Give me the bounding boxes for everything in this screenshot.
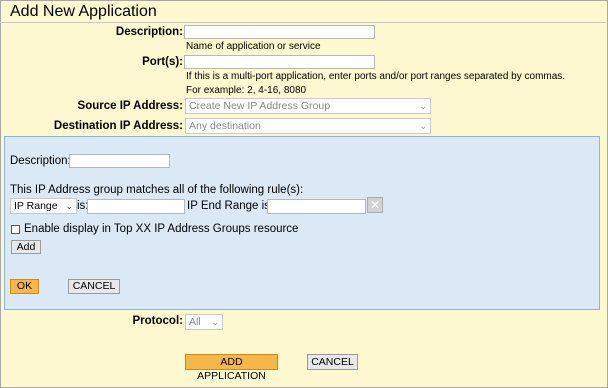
chevron-down-icon: ⌄ (211, 317, 219, 327)
description-input[interactable] (184, 25, 375, 39)
destination-ip-select[interactable]: Any destination ⌄ (185, 118, 431, 134)
close-icon[interactable]: ✕ (367, 197, 383, 213)
add-rule-button[interactable]: Add (11, 240, 41, 254)
protocol-label: Protocol: (132, 315, 183, 327)
enable-display-label: Enable display in Top XX IP Address Grou… (24, 223, 299, 235)
chevron-down-icon: ⌄ (419, 121, 427, 131)
ip-end-label: IP End Range is: (187, 200, 274, 212)
source-ip-value: Create New IP Address Group (189, 100, 331, 112)
protocol-select[interactable]: All ⌄ (185, 314, 223, 330)
group-description-label: Description: (10, 155, 71, 167)
source-ip-select[interactable]: Create New IP Address Group ⌄ (185, 98, 431, 114)
rules-text: This IP Address group matches all of the… (10, 184, 304, 196)
ok-button[interactable]: OK (10, 279, 39, 294)
destination-ip-value: Any destination (189, 120, 261, 132)
description-hint: Name of application or service (186, 41, 321, 52)
rule-type-value: IP Range (14, 200, 58, 212)
ports-input[interactable] (184, 55, 375, 69)
panel-cancel-button[interactable]: CANCEL (68, 279, 120, 294)
ports-example: For example: 2, 4-16, 8080 (186, 85, 307, 96)
source-ip-label: Source IP Address: (77, 100, 183, 112)
ip-group-panel: Description: This IP Address group match… (4, 136, 600, 310)
rule-type-select[interactable]: IP Range ⌄ (10, 198, 77, 214)
page-title: Add New Application (0, 0, 606, 23)
ports-hint: If this is a multi-port application, ent… (186, 71, 566, 82)
enable-display-checkbox[interactable] (11, 225, 20, 234)
add-application-button[interactable]: ADD APPLICATION (185, 354, 278, 382)
chevron-down-icon: ⌄ (65, 201, 73, 211)
protocol-value: All (189, 316, 201, 328)
description-label: Description: (115, 26, 183, 38)
ip-start-input[interactable] (87, 199, 185, 214)
cancel-button[interactable]: CANCEL (307, 354, 358, 370)
ip-end-input[interactable] (267, 199, 366, 214)
destination-ip-label: Destination IP Address: (53, 120, 183, 132)
ports-label: Port(s): (142, 56, 183, 68)
group-description-input[interactable] (69, 154, 170, 168)
chevron-down-icon: ⌄ (419, 101, 427, 111)
